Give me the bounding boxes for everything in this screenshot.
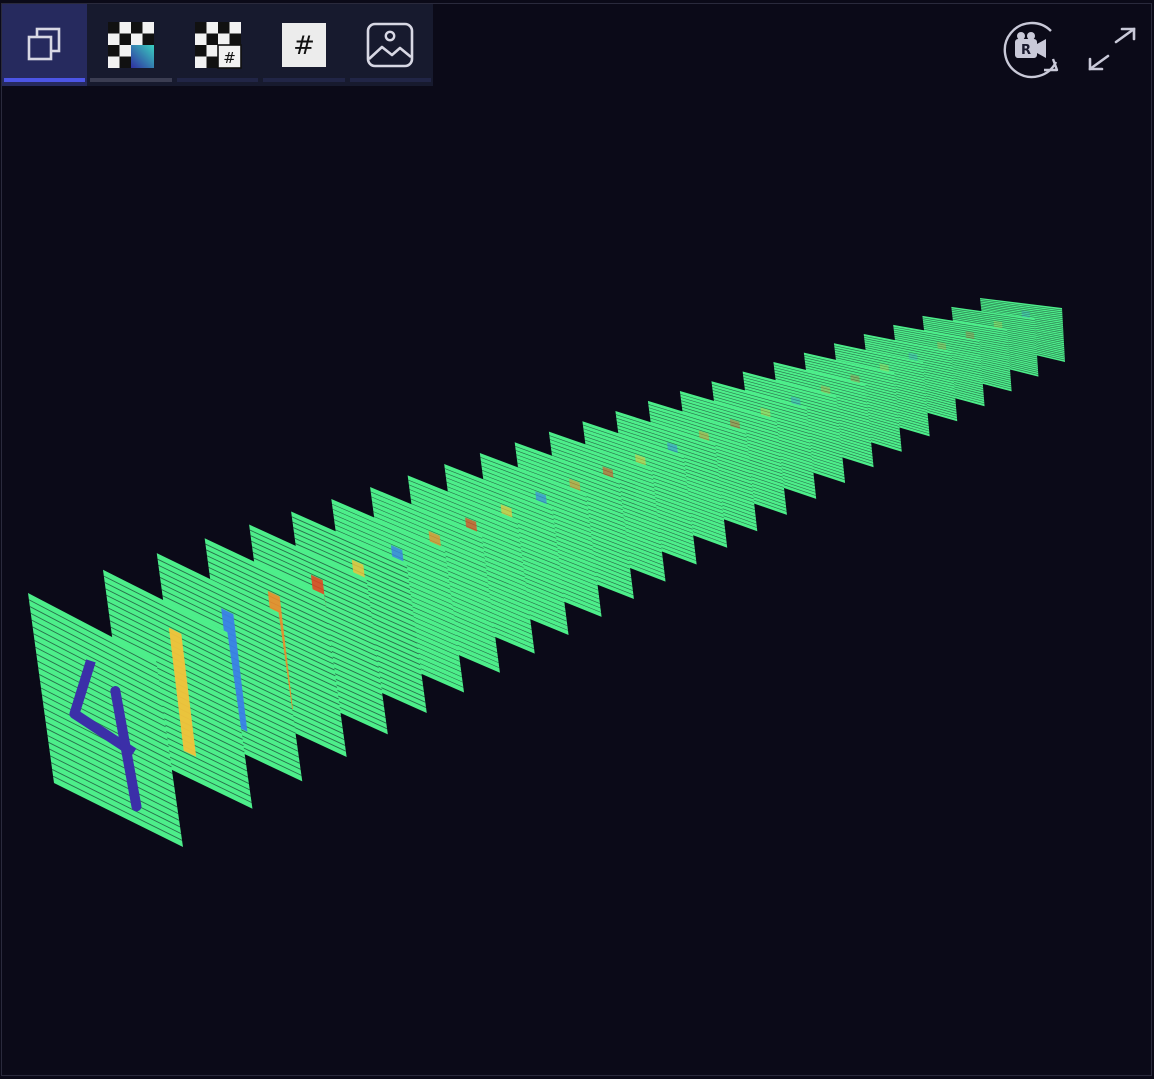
- tool-indicator: [263, 78, 345, 82]
- tool-indicator: [4, 78, 86, 82]
- tool-indicator: [90, 78, 172, 82]
- number-grid-tool[interactable]: #: [261, 4, 346, 86]
- heatmap-tool[interactable]: [88, 4, 173, 86]
- hash-glyph: #: [223, 49, 236, 67]
- grid-values-tool[interactable]: #: [175, 4, 260, 86]
- visualization-viewport[interactable]: # # R: [0, 0, 1154, 1079]
- rotate-camera-button[interactable]: R: [999, 18, 1065, 80]
- image-icon: [367, 22, 414, 68]
- image-view-tool[interactable]: [348, 4, 433, 86]
- layers-view-tool[interactable]: [2, 4, 88, 86]
- tool-indicator: [176, 78, 259, 82]
- toolbar: # #: [2, 4, 433, 86]
- checkerboard-hash-icon: #: [194, 22, 242, 69]
- checkerboard-gradient-icon: [108, 22, 155, 68]
- hash-glyph: #: [293, 31, 315, 61]
- expand-arrows-icon: [1088, 27, 1136, 71]
- hash-icon: #: [281, 23, 326, 67]
- stacked-squares-icon: [27, 27, 61, 61]
- tool-indicator: [349, 78, 432, 82]
- fullscreen-button[interactable]: [1086, 26, 1138, 72]
- rotate-badge-text: R: [1021, 43, 1031, 58]
- rotate-camera-icon: R: [1003, 21, 1059, 79]
- feature-map-scene[interactable]: [0, 0, 1154, 1079]
